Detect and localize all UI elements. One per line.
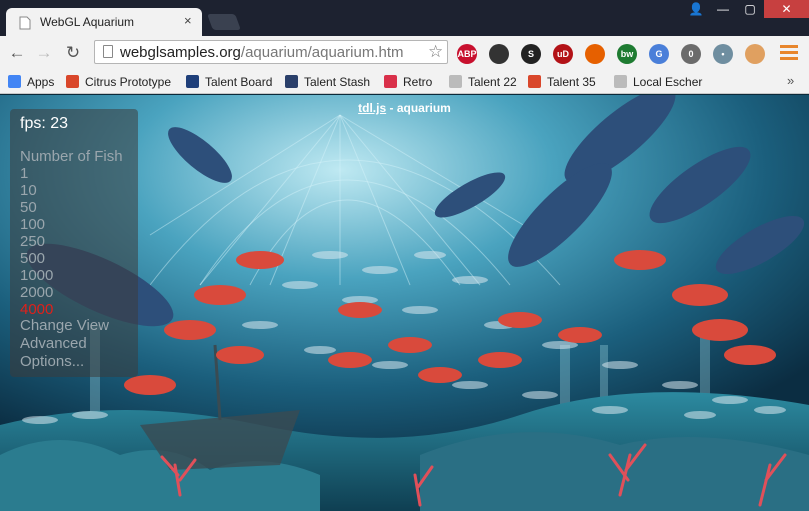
forward-arrow-icon[interactable]: → — [33, 42, 55, 64]
bookmark-item[interactable]: Local Escher — [614, 73, 702, 91]
fish-count-option[interactable]: 4000 — [20, 301, 53, 318]
bookmark-label: Local Escher — [633, 75, 703, 89]
bookmark-item[interactable]: Talent 22 — [449, 73, 517, 91]
fps-readout: fps: 23 — [20, 115, 69, 132]
bookmark-item[interactable]: Citrus Prototype — [66, 73, 171, 91]
options-button[interactable]: Options... — [20, 353, 84, 370]
orange-extension-icon[interactable] — [745, 44, 765, 64]
citrus-icon — [66, 75, 79, 88]
tab-title: WebGL Aquarium — [40, 15, 135, 29]
bookmarks-bar: Apps Citrus Prototype Talent Board Talent S… — [0, 70, 809, 94]
bookmark-item[interactable]: Retro — [384, 73, 432, 91]
tv-extension-icon[interactable] — [489, 44, 509, 64]
change-view-button[interactable]: Change View — [20, 317, 109, 334]
page-icon — [19, 16, 31, 30]
citrus-icon — [528, 75, 541, 88]
fish-count-option[interactable]: 500 — [20, 250, 45, 267]
chevron-double-right-icon[interactable]: » — [787, 73, 794, 88]
fish-count-option[interactable]: 50 — [20, 199, 37, 216]
address-bar[interactable]: webglsamples.org/aquarium/aquarium.htm ☆ — [94, 40, 448, 64]
maximize-button[interactable]: ▢ — [737, 0, 763, 18]
bookmark-label: Talent 22 — [468, 75, 517, 89]
header-suffix: - aquarium — [386, 101, 451, 115]
tab-close-icon[interactable]: × — [184, 13, 192, 29]
talent-board-icon — [186, 75, 199, 88]
bookmark-label: Talent 35 — [547, 75, 596, 89]
page-icon — [103, 45, 113, 58]
bookmark-label: Apps — [27, 75, 55, 89]
browser-titlebar: WebGL Aquarium × 👤 — ▢ ✕ — [0, 0, 809, 36]
menu-icon[interactable] — [780, 44, 798, 62]
new-tab-button[interactable] — [207, 14, 241, 30]
google-translate-icon[interactable]: G — [649, 44, 669, 64]
close-window-button[interactable]: ✕ — [764, 0, 809, 18]
reload-icon[interactable]: ↻ — [62, 42, 84, 64]
fish-count-option[interactable]: 100 — [20, 216, 45, 233]
bookmark-label: Talent Board — [205, 75, 273, 89]
bookmark-item[interactable]: Talent Stash — [285, 73, 370, 91]
controls-panel: fps: 23 Number of Fish 1 10 50 100 250 500 100… — [10, 109, 138, 377]
bookmark-item[interactable]: Talent Board — [186, 73, 272, 91]
ublock-icon[interactable]: uD — [553, 44, 573, 64]
firefox-like-icon[interactable] — [585, 44, 605, 64]
dots-extension-icon[interactable]: • — [713, 44, 733, 64]
bookmark-label: Citrus Prototype — [85, 75, 172, 89]
tdl-link[interactable]: tdl.js — [358, 101, 386, 115]
ghostery-icon[interactable]: 0 — [681, 44, 701, 64]
back-arrow-icon[interactable]: ← — [6, 42, 28, 64]
rocks — [420, 432, 809, 511]
advanced-button[interactable]: Advanced — [20, 335, 87, 352]
bookmark-item[interactable]: Apps — [8, 73, 54, 91]
fish-count-option[interactable]: 250 — [20, 233, 45, 250]
page-icon — [614, 75, 627, 88]
bookmark-label: Retro — [403, 75, 433, 89]
tab-webgl-aquarium[interactable]: WebGL Aquarium × — [6, 8, 202, 36]
bookmark-label: Talent Stash — [304, 75, 371, 89]
star-icon[interactable]: ☆ — [428, 42, 443, 62]
number-of-fish-label: Number of Fish — [20, 148, 123, 165]
apps-grid-icon — [8, 75, 21, 88]
bookmark-item[interactable]: Talent 35 — [528, 73, 596, 91]
bw-extension-icon[interactable]: bw — [617, 44, 637, 64]
fish-count-option[interactable]: 2000 — [20, 284, 53, 301]
fish-count-option[interactable]: 1 — [20, 165, 28, 182]
talent-stash-icon — [285, 75, 298, 88]
url-host: webglsamples.org — [120, 44, 241, 61]
fish-count-option[interactable]: 1000 — [20, 267, 53, 284]
s-extension-icon[interactable]: S — [521, 44, 541, 64]
browser-toolbar: ← → ↻ webglsamples.org/aquarium/aquarium… — [0, 36, 809, 70]
minimize-button[interactable]: — — [710, 0, 736, 18]
user-icon[interactable]: 👤 — [683, 0, 709, 18]
webgl-canvas[interactable]: tdl.js - aquarium fps: 23 Number of Fish… — [0, 95, 809, 511]
url-text: webglsamples.org/aquarium/aquarium.htm — [120, 44, 403, 61]
fish-count-option[interactable]: 10 — [20, 182, 37, 199]
url-path: /aquarium/aquarium.htm — [240, 44, 404, 61]
adblock-plus-icon[interactable]: ABP — [457, 44, 477, 64]
page-icon — [449, 75, 462, 88]
retro-icon — [384, 75, 397, 88]
